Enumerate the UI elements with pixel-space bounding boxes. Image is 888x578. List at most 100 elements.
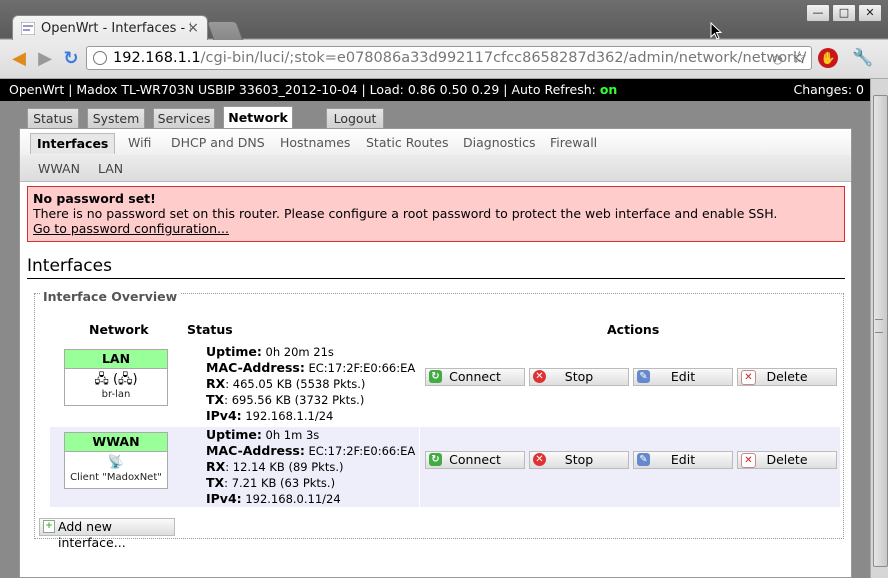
openwrt-favicon-icon: [21, 22, 35, 35]
stop-extension-icon[interactable]: ✋: [818, 48, 838, 68]
minimize-button[interactable]: —: [806, 4, 830, 22]
network-badge: WWAN 📡 Client "MadoxNet": [64, 432, 168, 489]
ipv4-label: IPv4:: [206, 408, 242, 423]
ipv4-value: 192.168.1.1/24: [245, 409, 334, 423]
connect-label: Connect: [449, 452, 501, 467]
edit-icon: ✎: [637, 453, 650, 466]
password-config-link[interactable]: Go to password configuration...: [33, 221, 229, 236]
add-interface-button[interactable]: + Add new interface...: [39, 518, 175, 550]
auto-refresh-toggle[interactable]: on: [600, 82, 618, 97]
network-name: WWAN: [65, 433, 167, 452]
row-divider: [419, 427, 420, 507]
connect-label: Connect: [449, 369, 501, 384]
reload-icon: ↻: [429, 370, 442, 383]
alert-body: There is no password set on this router.…: [33, 206, 778, 221]
rx-value: : 12.14 KB (89 Pkts.): [225, 460, 344, 474]
interface-subtabs: WWAN LAN: [20, 155, 851, 182]
wifi-signal-icon: 📡: [107, 455, 125, 470]
stop-icon: ✕: [533, 453, 546, 466]
overview-legend: Interface Overview: [40, 289, 181, 304]
url-text: 192.168.1.1/cgi-bin/luci/;stok=e078086a3…: [113, 50, 806, 66]
uptime-value: 0h 1m 3s: [265, 428, 320, 442]
connect-button[interactable]: ↻ Connect: [425, 368, 525, 386]
interface-status: Uptime: 0h 1m 3s MAC-Address: EC:17:2F:E…: [206, 427, 415, 507]
tx-value: : 7.21 KB (63 Pkts.): [224, 476, 336, 490]
tx-label: TX: [206, 392, 225, 407]
network-device: br-lan: [101, 389, 131, 400]
tab-strip: OpenWrt - Interfaces - L × — □ ✕: [0, 0, 888, 41]
edit-label: Edit: [670, 452, 696, 467]
subtab-wwan[interactable]: WWAN: [38, 159, 80, 179]
reload-icon[interactable]: ↻: [60, 49, 82, 69]
edit-button[interactable]: ✎ Edit: [633, 368, 733, 386]
password-alert: No password set! There is no password se…: [27, 186, 845, 242]
edit-icon: ✎: [637, 370, 650, 383]
subtab-firewall[interactable]: Firewall: [550, 133, 597, 153]
stop-icon: ✕: [533, 370, 546, 383]
new-tab-button[interactable]: [206, 21, 244, 41]
tab-status[interactable]: Status: [27, 108, 79, 128]
uptime-label: Uptime:: [206, 427, 262, 442]
changes-counter[interactable]: Changes: 0: [793, 82, 864, 97]
interface-status: Uptime: 0h 20m 21s MAC-Address: EC:17:2F…: [206, 344, 415, 424]
rx-label: RX: [206, 459, 226, 474]
address-bar[interactable]: 192.168.1.1/cgi-bin/luci/;stok=e078086a3…: [86, 46, 812, 70]
close-window-button[interactable]: ✕: [858, 4, 882, 22]
tab-close-icon[interactable]: ×: [187, 20, 199, 36]
subtab-static-routes[interactable]: Static Routes: [366, 133, 449, 153]
page-action-icon[interactable]: ◔: [773, 52, 783, 66]
window-controls: — □ ✕: [806, 4, 882, 22]
status-header: Status: [187, 322, 233, 337]
delete-icon: ✕: [741, 453, 756, 468]
mouse-cursor-icon: [710, 22, 722, 40]
table-row: LAN 🖧 (🖧) br-lan Uptime: 0h 20m 21s MAC-…: [50, 344, 840, 424]
edit-label: Edit: [670, 369, 696, 384]
network-name: LAN: [65, 350, 167, 369]
router-info: OpenWrt | Madox TL-WR703N USBIP 33603_20…: [9, 82, 617, 97]
delete-icon: ✕: [741, 370, 756, 385]
web-page: OpenWrt | Madox TL-WR703N USBIP 33603_20…: [0, 79, 870, 578]
subtab-hostnames[interactable]: Hostnames: [280, 133, 350, 153]
subtab-interfaces[interactable]: Interfaces: [30, 133, 116, 154]
rx-label: RX: [206, 376, 226, 391]
delete-button[interactable]: ✕ Delete: [737, 368, 837, 386]
alert-title: No password set!: [33, 191, 156, 206]
connect-button[interactable]: ↻ Connect: [425, 451, 525, 469]
tab-system[interactable]: System: [87, 108, 145, 128]
page-title: Interfaces: [27, 256, 845, 279]
browser-toolbar: ◀ ▶ ↻ 192.168.1.1/cgi-bin/luci/;stok=e07…: [0, 40, 888, 79]
forward-icon[interactable]: ▶: [34, 49, 56, 69]
tab-services[interactable]: Services: [153, 108, 215, 128]
url-path: /cgi-bin/luci/;stok=e078086a33d992117cfc…: [200, 50, 807, 66]
subtab-diagnostics[interactable]: Diagnostics: [463, 133, 536, 153]
edit-button[interactable]: ✎ Edit: [633, 451, 733, 469]
maximize-button[interactable]: □: [832, 4, 856, 22]
tab-logout[interactable]: Logout: [326, 108, 384, 128]
star-icon[interactable]: ☆: [792, 48, 807, 68]
tx-value: : 695.56 KB (3732 Pkts.): [224, 393, 365, 407]
page-scrollbar[interactable]: [870, 79, 888, 578]
ipv4-value: 192.168.0.11/24: [245, 492, 341, 506]
add-icon: +: [43, 520, 55, 533]
browser-chrome: OpenWrt - Interfaces - L × — □ ✕ ◀ ▶ ↻ 1…: [0, 0, 888, 79]
subtab-dhcp-dns[interactable]: DHCP and DNS: [171, 133, 265, 153]
tab-network[interactable]: Network: [223, 106, 293, 128]
scrollbar-grip: [875, 319, 883, 333]
uptime-value: 0h 20m 21s: [265, 345, 334, 359]
tab-title: OpenWrt - Interfaces - L: [41, 21, 191, 36]
mac-label: MAC-Address:: [206, 443, 305, 458]
globe-icon: [93, 51, 107, 65]
reload-icon: ↻: [429, 453, 442, 466]
delete-label: Delete: [766, 452, 808, 467]
stop-button[interactable]: ✕ Stop: [529, 368, 629, 386]
mac-value: EC:17:2F:E0:66:EA: [308, 444, 416, 458]
browser-tab[interactable]: OpenWrt - Interfaces - L ×: [12, 15, 208, 41]
subtab-lan[interactable]: LAN: [98, 159, 123, 179]
delete-button[interactable]: ✕ Delete: [737, 451, 837, 469]
stop-label: Stop: [564, 369, 594, 384]
back-icon[interactable]: ◀: [8, 49, 30, 69]
subtab-wifi[interactable]: Wifi: [128, 133, 151, 153]
stop-button[interactable]: ✕ Stop: [529, 451, 629, 469]
actions-header: Actions: [607, 322, 660, 337]
wrench-icon[interactable]: 🔧: [852, 48, 873, 68]
